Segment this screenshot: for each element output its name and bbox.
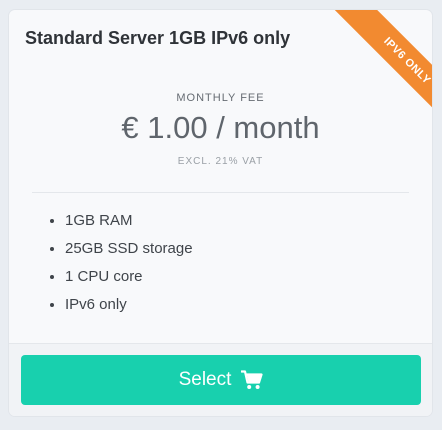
select-button-label: Select [178,369,232,390]
plan-card: IPV6 ONLY Standard Server 1GB IPv6 only … [9,10,432,416]
feature-item: 1 CPU core [65,263,193,291]
price: € 1.00 / month [121,110,320,145]
vat-note: EXCL. 21% VAT [177,156,264,167]
plan-title: Standard Server 1GB IPv6 only [25,28,291,48]
select-button[interactable]: Select [21,355,421,405]
divider [32,192,409,193]
feature-item: 25GB SSD storage [65,235,193,263]
fee-label: MONTHLY FEE [176,92,265,104]
shopping-cart-icon [241,370,264,390]
feature-item: IPv6 only [65,291,193,319]
card-footer: Select [9,343,432,416]
feature-item: 1GB RAM [65,207,193,235]
feature-list: 1GB RAM 25GB SSD storage 1 CPU core IPv6… [47,207,193,319]
